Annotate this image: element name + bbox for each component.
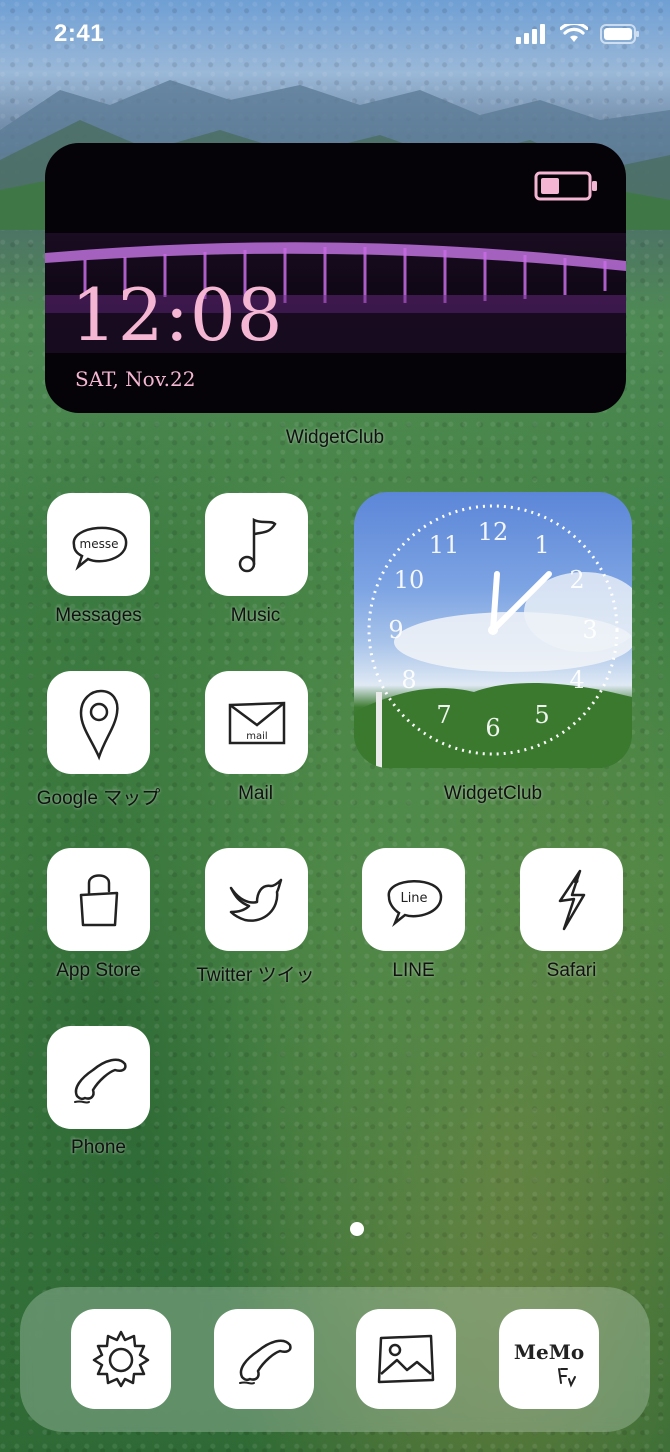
svg-text:mail: mail <box>246 731 267 742</box>
messages-icon: messe <box>72 526 127 571</box>
app-label: LINE <box>392 960 435 981</box>
signal-icon <box>516 24 545 44</box>
safari-app[interactable] <box>520 848 623 951</box>
widget-date: SAT, Nov.22 <box>75 367 196 391</box>
clock-number: 7 <box>436 701 451 729</box>
app-label: Google マップ <box>36 788 161 809</box>
music-icon <box>238 517 277 572</box>
page-indicator-dot[interactable] <box>350 1222 364 1236</box>
clock-number: 10 <box>394 566 425 594</box>
app-label: Twitter ツイッ <box>196 965 315 986</box>
dock-photos-app[interactable] <box>356 1309 456 1409</box>
photos-icon <box>377 1334 435 1384</box>
phone-app[interactable] <box>47 1026 150 1129</box>
music-app[interactable] <box>205 493 308 596</box>
widget-battery-icon <box>534 171 597 201</box>
clock-number: 12 <box>478 518 509 546</box>
twitter-app[interactable] <box>205 848 308 951</box>
clock-number: 1 <box>534 531 549 559</box>
analog-clock-widget[interactable]: 12 1 2 3 4 5 6 7 8 9 10 11 <box>354 492 632 768</box>
wifi-icon <box>560 24 588 42</box>
clock-number: 3 <box>582 616 597 644</box>
clock-number: 6 <box>485 714 500 742</box>
clock-number: 5 <box>534 701 549 729</box>
clock-number: 9 <box>388 616 403 644</box>
clock-hour-hand <box>490 571 500 633</box>
phone-icon <box>239 1339 292 1385</box>
status-time: 2:41 <box>54 20 105 47</box>
line-icon: Line <box>387 879 442 927</box>
messages-app[interactable]: messe <box>47 493 150 596</box>
app-label: Mail <box>238 783 273 804</box>
app-store-icon <box>79 873 118 926</box>
photo-clock-widget[interactable]: 12:08 SAT, Nov.22 <box>45 143 626 413</box>
dock-memo-app[interactable]: MeMo <box>499 1309 599 1409</box>
svg-text:Line: Line <box>400 891 427 906</box>
phone-icon <box>73 1058 127 1104</box>
clock-number: 11 <box>429 531 460 559</box>
app-label: Safari <box>546 960 597 981</box>
app-label: App Store <box>56 960 141 981</box>
status-bar: 2:41 <box>0 0 670 70</box>
app-label: Music <box>230 605 281 626</box>
clock-number: 4 <box>569 666 584 694</box>
twitter-icon <box>229 878 282 922</box>
line-app[interactable]: Line <box>362 848 465 951</box>
mail-icon: mail <box>228 701 285 744</box>
clock-widget-label: WidgetClub <box>443 783 543 804</box>
svg-text:messe: messe <box>79 537 118 551</box>
app-label: Phone <box>71 1137 126 1158</box>
mail-app[interactable]: mail <box>205 671 308 774</box>
safari-icon <box>558 869 585 930</box>
clock-face: 12 1 2 3 4 5 6 7 8 9 10 11 <box>354 504 632 768</box>
settings-icon <box>92 1330 150 1388</box>
app-label: Messages <box>55 605 142 626</box>
clock-number: 8 <box>401 666 416 694</box>
widget-time: 12:08 <box>71 273 284 357</box>
svg-text:MeMo: MeMo <box>514 1340 584 1364</box>
clock-number: 2 <box>569 566 584 594</box>
maps-icon <box>79 689 119 760</box>
memo-icon: MeMo <box>514 1340 584 1388</box>
dock-phone-app[interactable] <box>214 1309 314 1409</box>
maps-app[interactable] <box>47 671 150 774</box>
app-store-app[interactable] <box>47 848 150 951</box>
dock-settings-app[interactable] <box>71 1309 171 1409</box>
photo-widget-label: WidgetClub <box>285 427 385 448</box>
battery-icon <box>600 24 639 44</box>
dock: MeMo <box>20 1287 650 1432</box>
